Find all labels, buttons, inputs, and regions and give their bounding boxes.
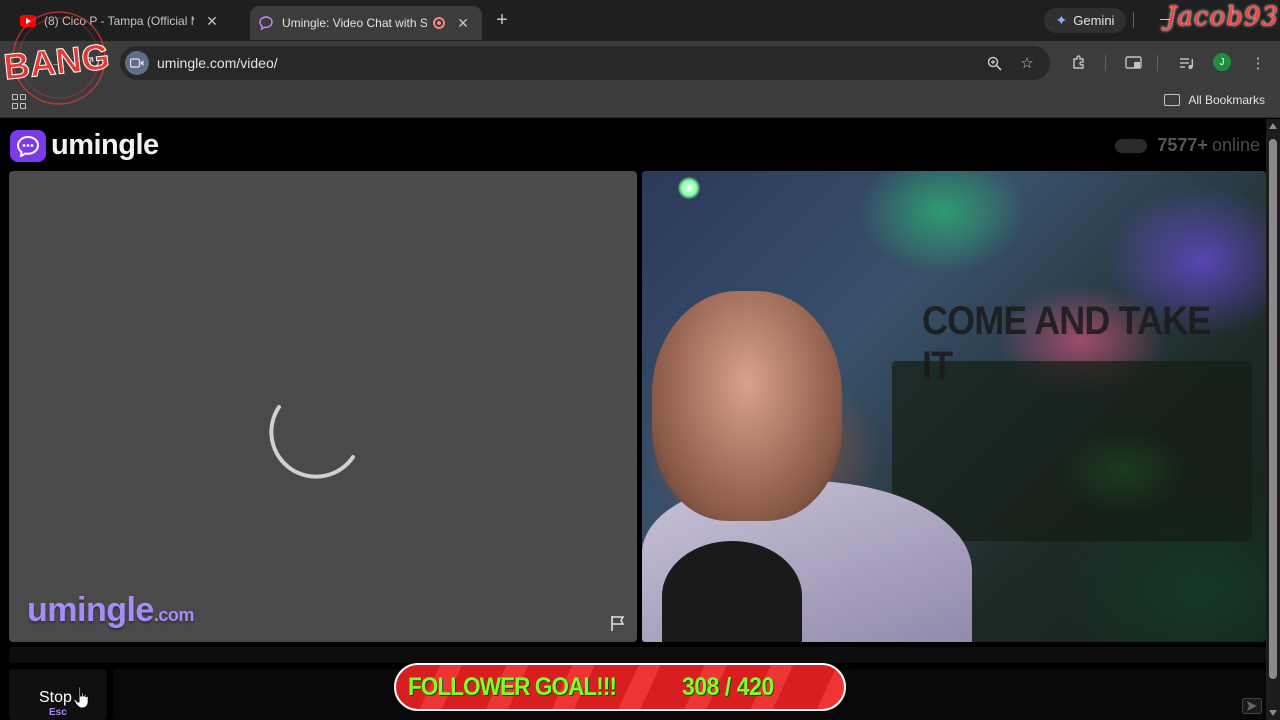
online-counter: 7577+ online: [1115, 135, 1260, 156]
background-sign-text: COME AND TAKE IT: [922, 299, 1211, 388]
stop-shortcut: Esc: [49, 707, 67, 718]
gemini-label: Gemini: [1073, 13, 1115, 28]
all-bookmarks-label: All Bookmarks: [1188, 93, 1265, 107]
tab-strip: (8) Cico P - Tampa (Official Mus ✕ Uming…: [0, 0, 1280, 41]
theme-toggle[interactable]: [1115, 138, 1148, 153]
profile-avatar[interactable]: J: [1213, 53, 1231, 71]
cast-tab-icon[interactable]: [1123, 53, 1143, 73]
folder-icon: [1164, 94, 1181, 106]
tab-umingle[interactable]: Umingle: Video Chat with St ✕: [250, 6, 482, 40]
scroll-down-icon[interactable]: [1269, 710, 1277, 716]
online-label: online: [1211, 135, 1260, 155]
loading-spinner-icon: [269, 405, 355, 479]
media-controls-icon[interactable]: [1176, 53, 1196, 73]
chat-bubble-icon: [10, 129, 46, 162]
umingle-watermark: umingle.com: [27, 591, 194, 630]
gemini-sparkle-icon: ✦: [1055, 12, 1068, 28]
watermark-suffix: .com: [153, 605, 195, 625]
bang-logo-text: BANG: [2, 36, 111, 88]
watermark-text: umingle: [27, 591, 154, 629]
person-face: [652, 291, 842, 521]
bookmarks-bar: All Bookmarks: [0, 85, 1280, 118]
tab-close-icon[interactable]: ✕: [204, 13, 220, 29]
extensions-icon[interactable]: [1069, 53, 1089, 73]
gemini-button[interactable]: ✦ Gemini: [1044, 8, 1126, 33]
logo-text: umingle: [51, 129, 159, 161]
report-flag-icon[interactable]: [609, 614, 627, 632]
zoom-icon[interactable]: [984, 53, 1004, 73]
hand-cursor-icon: [73, 686, 89, 709]
streamer-name-overlay: Jacob93: [1166, 2, 1279, 32]
light-glare: [678, 177, 700, 199]
send-icon[interactable]: [1242, 698, 1262, 714]
bang-overlay-logo: BANG: [1, 6, 112, 108]
follower-goal-count: 308 / 420: [682, 673, 774, 701]
address-bar[interactable]: umingle.com/video/ ☆: [120, 46, 1050, 80]
tab-title: Umingle: Video Chat with St: [282, 16, 427, 30]
more-menu-icon[interactable]: ⋮: [1248, 53, 1268, 73]
recording-icon: [433, 17, 445, 29]
scroll-thumb[interactable]: [1269, 139, 1277, 679]
all-bookmarks-button[interactable]: All Bookmarks: [1164, 93, 1265, 107]
online-count: 7577+: [1157, 135, 1208, 155]
follower-goal-banner: FOLLOWER GOAL!!! 308 / 420: [394, 663, 846, 711]
microphone: [662, 541, 802, 642]
umingle-logo[interactable]: umingle: [10, 129, 159, 162]
umingle-page: umingle 7577+ online umingle.com COME AN…: [0, 119, 1266, 720]
status-strip: [9, 647, 1266, 663]
stop-button[interactable]: Stop Esc: [9, 669, 107, 720]
site-info-icon[interactable]: [125, 51, 149, 75]
divider: [1133, 12, 1134, 28]
umingle-chat-icon: [258, 15, 274, 31]
divider: [1157, 55, 1158, 71]
page-scrollbar[interactable]: [1266, 119, 1280, 720]
bookmark-star-icon[interactable]: ☆: [1017, 53, 1037, 73]
url-text[interactable]: umingle.com/video/: [157, 55, 278, 71]
scroll-up-icon[interactable]: [1269, 123, 1277, 129]
divider: [1105, 55, 1106, 71]
stop-label: Stop: [39, 689, 72, 706]
stranger-video: umingle.com: [9, 171, 637, 642]
browser-toolbar: ← → ↻ umingle.com/video/ ☆ J ⋮: [0, 41, 1280, 85]
follower-goal-title: FOLLOWER GOAL!!!: [408, 672, 617, 701]
self-camera-video: COME AND TAKE IT: [642, 171, 1266, 642]
new-tab-button[interactable]: +: [492, 9, 512, 31]
tab-close-icon[interactable]: ✕: [455, 15, 471, 31]
